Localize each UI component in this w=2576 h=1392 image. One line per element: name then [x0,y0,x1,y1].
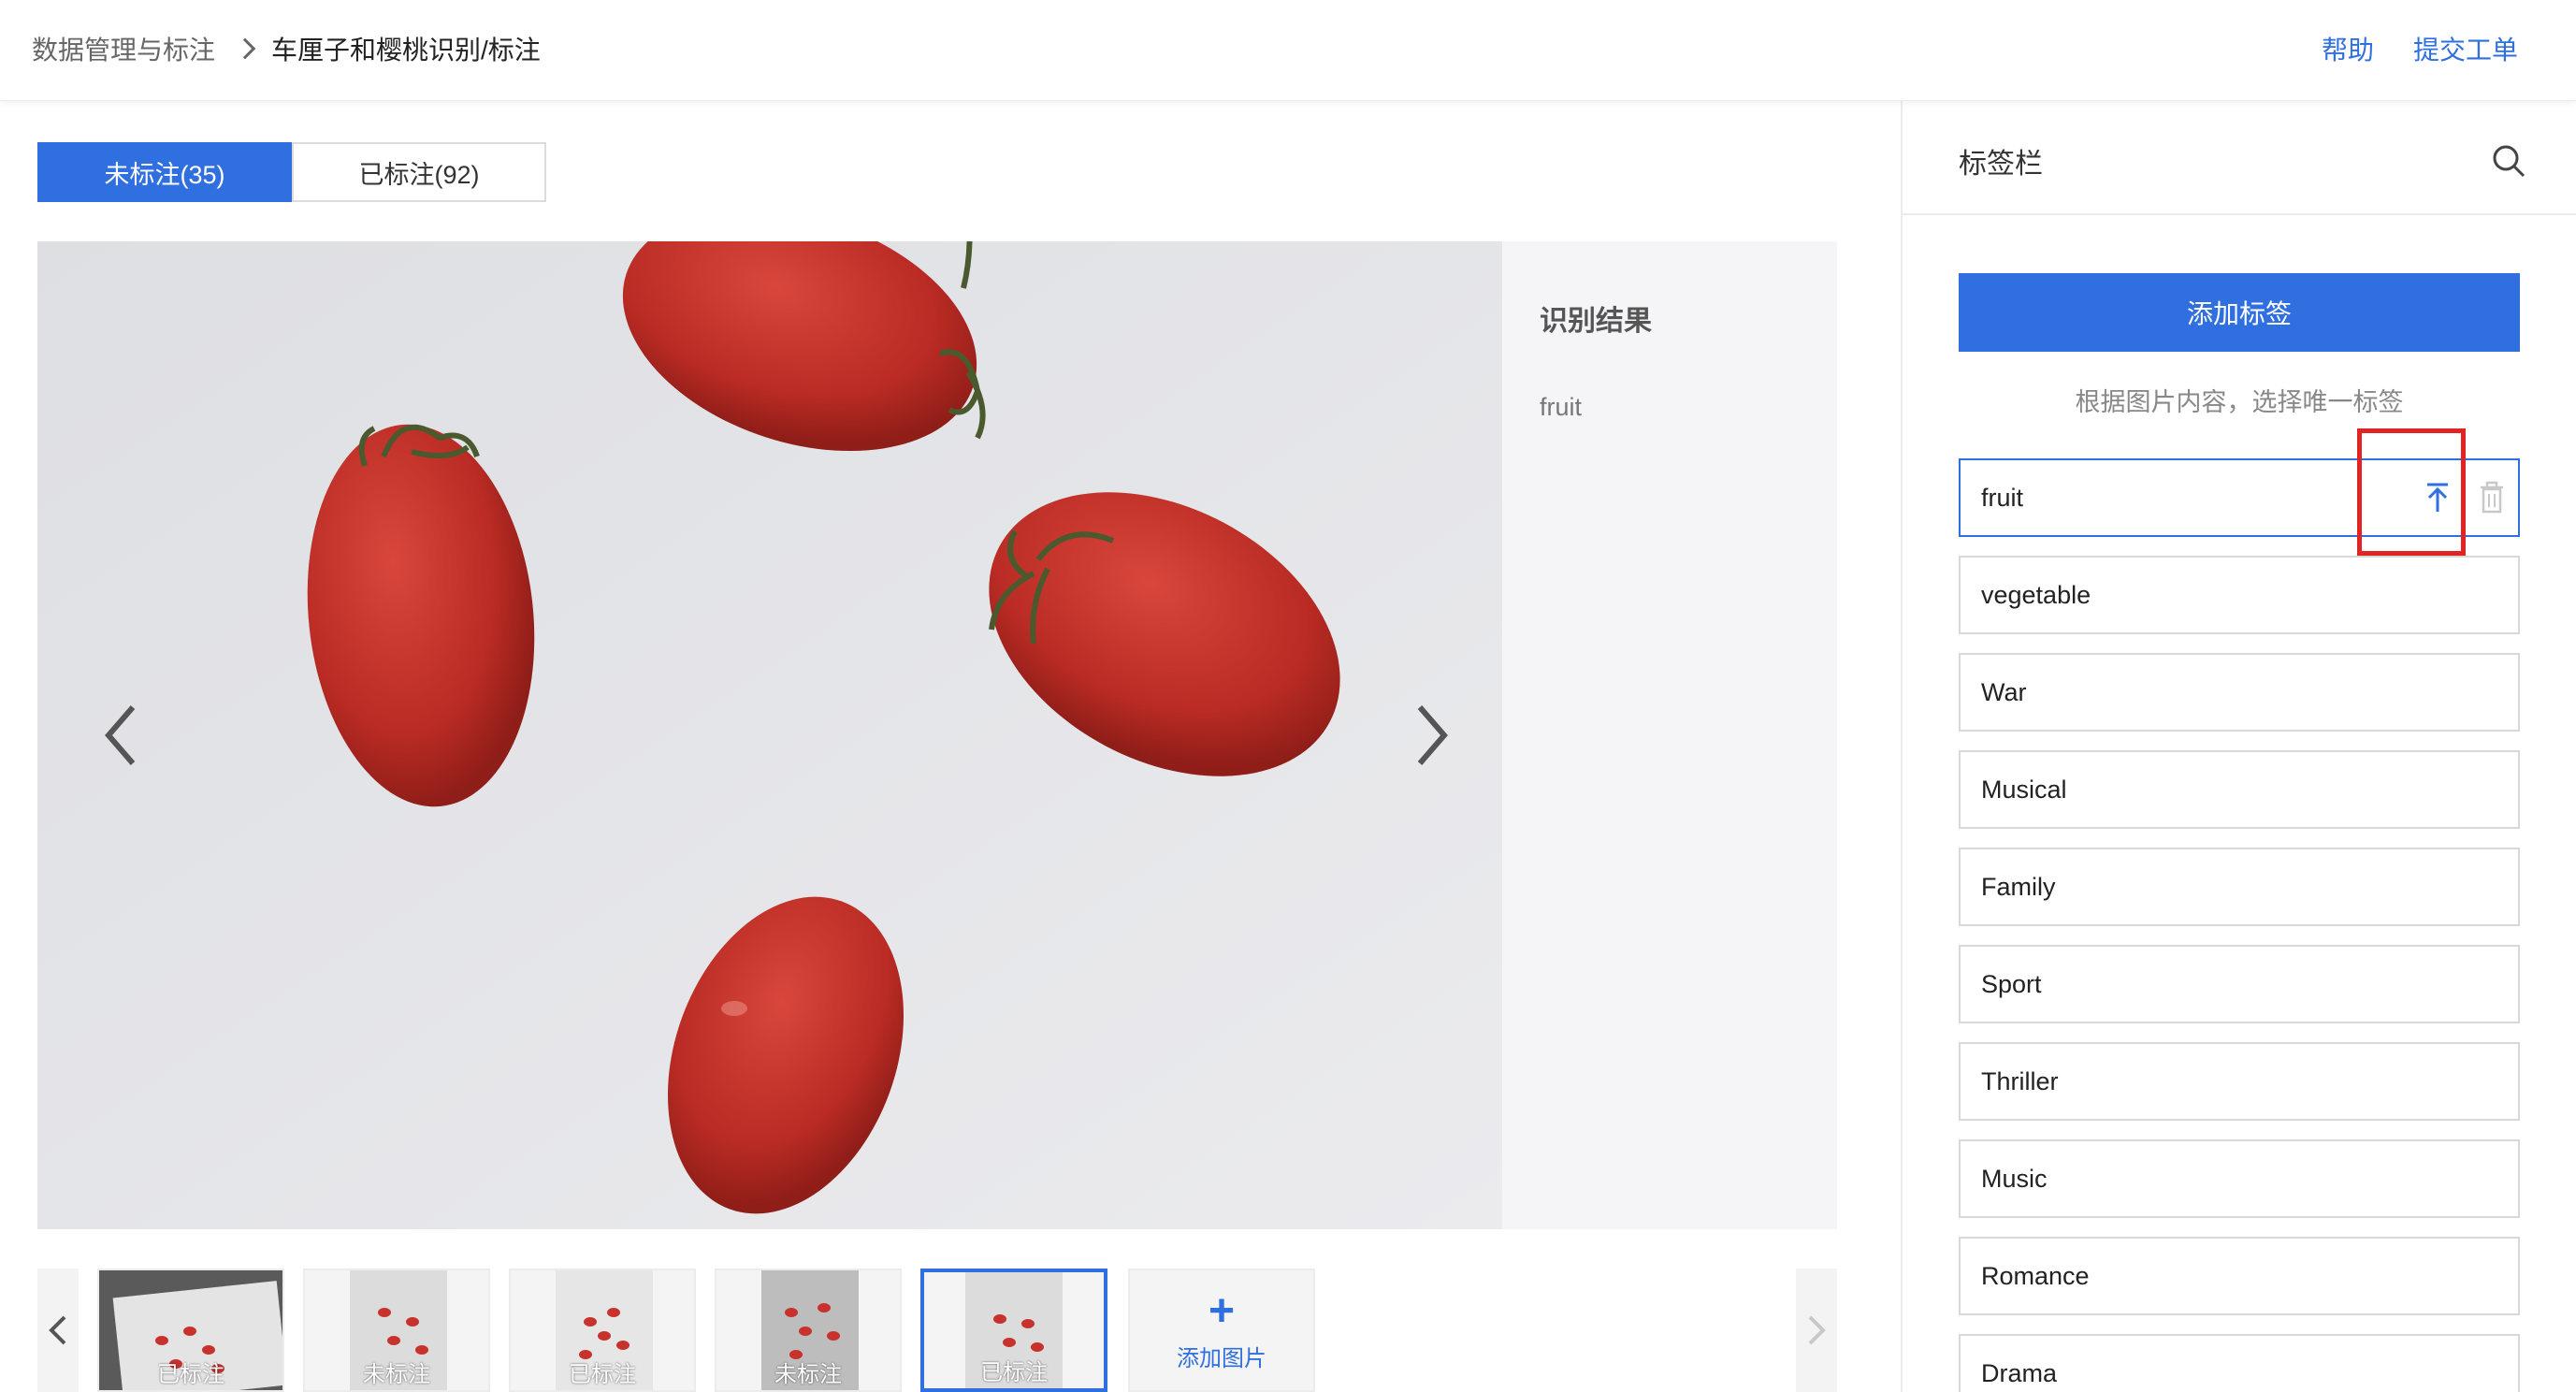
tag-item-sport[interactable]: Sport [1959,945,2520,1023]
tag-label: Romance [1981,1261,2090,1290]
sidebar-header: 标签栏 [1903,101,2576,215]
add-tag-button[interactable]: 添加标签 [1959,273,2520,352]
tag-actions [2423,460,2507,535]
tag-label: War [1981,677,2027,706]
tag-item-war[interactable]: War [1959,653,2520,732]
result-value: fruit [1540,393,1583,421]
recognition-result-panel: 识别结果 fruit [1502,241,1837,1229]
tag-label: vegetable [1981,580,2091,609]
chevron-right-icon [234,37,256,60]
thumbnail-status-label: 未标注 [774,1362,842,1387]
pin-to-top-icon[interactable] [2423,481,2453,515]
chevron-left-icon [49,1315,66,1345]
tag-item-vegetable[interactable]: vegetable [1959,556,2520,634]
main-image [37,241,1502,1229]
thumbnail-status-label: 未标注 [363,1362,430,1387]
next-image-button[interactable] [1403,698,1459,773]
top-header: 数据管理与标注 车厘子和樱桃识别/标注 帮助 提交工单 [0,0,2576,101]
tab-unlabeled[interactable]: 未标注(35) [37,142,292,202]
thumbnail-3[interactable]: 已标注 [509,1269,696,1392]
thumbnail-status-label: 已标注 [980,1360,1048,1385]
tag-item-drama[interactable]: Drama [1959,1334,2520,1392]
sidebar-title: 标签栏 [1959,149,2043,180]
breadcrumb-current: 车厘子和樱桃识别/标注 [271,36,541,65]
tab-labeled[interactable]: 已标注(92) [292,142,546,202]
tag-label: fruit [1981,483,2024,512]
thumbnail-1[interactable]: 已标注 [97,1269,284,1392]
chevron-right-icon [1417,705,1448,765]
tag-sidebar: 标签栏 添加标签 根据图片内容，选择唯一标签 fruit vegetable W… [1901,101,2576,1392]
add-image-button[interactable]: + 添加图片 [1128,1269,1315,1392]
chevron-left-icon [105,705,136,765]
thumbnail-status-label: 已标注 [569,1362,636,1387]
tag-item-thriller[interactable]: Thriller [1959,1042,2520,1121]
thumbnail-4[interactable]: 未标注 [715,1269,902,1392]
chevron-right-icon [1808,1315,1826,1345]
tag-hint: 根据图片内容，选择唯一标签 [2075,388,2404,416]
tag-item-romance[interactable]: Romance [1959,1237,2520,1315]
trash-icon[interactable] [2477,481,2507,515]
thumbnail-2[interactable]: 未标注 [303,1269,490,1392]
search-icon[interactable] [2490,142,2527,180]
thumbnail-next-button[interactable] [1796,1269,1837,1392]
image-viewer [37,241,1502,1229]
submit-ticket-link[interactable]: 提交工单 [2413,30,2518,67]
header-links: 帮助 提交工单 [2322,30,2518,67]
tag-label: Music [1981,1164,2048,1193]
result-title: 识别结果 [1540,306,1652,337]
add-image-label: 添加图片 [1177,1345,1266,1371]
tag-label: Drama [1981,1358,2058,1387]
help-link[interactable]: 帮助 [2322,30,2374,67]
tag-item-family[interactable]: Family [1959,848,2520,926]
breadcrumb: 数据管理与标注 车厘子和樱桃识别/标注 [32,30,541,67]
tag-item-music[interactable]: Music [1959,1139,2520,1218]
tag-item-fruit[interactable]: fruit [1959,458,2520,537]
thumbnail-strip: 已标注 未标注 已标注 未标注 已标注 + 添加图片 [37,1269,1837,1392]
tag-label: Thriller [1981,1066,2059,1095]
thumbnail-prev-button[interactable] [37,1269,79,1392]
thumbnail-5-selected[interactable]: 已标注 [920,1269,1107,1392]
tag-item-musical[interactable]: Musical [1959,750,2520,829]
tag-label: Musical [1981,775,2067,804]
thumbnail-status-label: 已标注 [157,1362,224,1387]
previous-image-button[interactable] [94,698,150,773]
breadcrumb-root-link[interactable]: 数据管理与标注 [32,30,215,67]
tag-label: Family [1981,872,2056,901]
annotation-status-tabs: 未标注(35) 已标注(92) [37,142,546,202]
tag-label: Sport [1981,969,2042,998]
plus-icon: + [1208,1285,1236,1336]
